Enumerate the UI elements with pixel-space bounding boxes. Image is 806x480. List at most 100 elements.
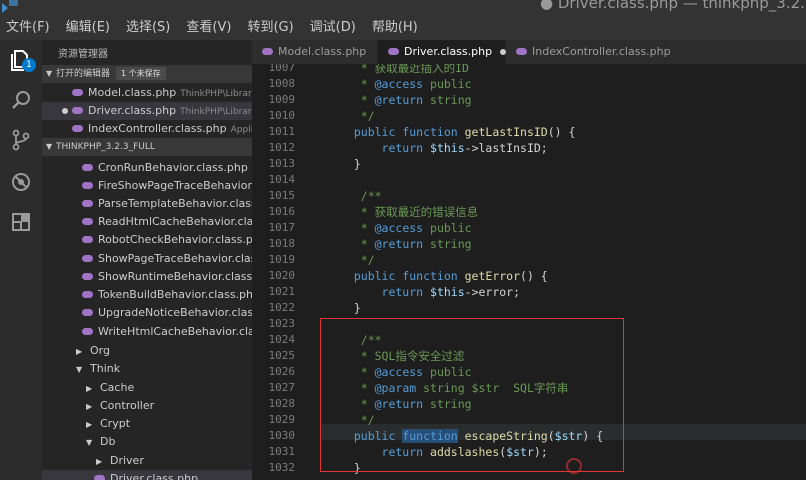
open-editors-label: 打开的编辑器 [56,69,111,79]
file-item[interactable]: TokenBuildBehavior.class.php [42,286,252,304]
code-line: * @return string [340,237,472,251]
folder-item[interactable]: ▼ Db [42,433,252,451]
folder-name: Cache [100,381,135,394]
code-line: * @access public [340,221,472,235]
chevron-right-icon: ▶ [86,420,93,429]
line-number: 1031 [268,445,296,458]
vscode-logo-icon [2,0,18,13]
php-file-icon [82,308,93,316]
open-editor-item[interactable]: Model.class.phpThinkPHP\Library... [42,84,252,102]
folder-name: Think [90,362,121,375]
search-icon[interactable] [9,88,33,112]
code-line: */ [340,109,375,123]
open-editor-path: ThinkPHP\Library... [180,107,252,117]
code-line: public function getError() { [340,269,548,283]
folder-name: Db [100,435,116,448]
file-name: ShowPageTraceBehavior.class.... [98,252,252,265]
open-editor-item[interactable]: IndexController.class.phpApplica... [42,120,252,138]
file-name: ShowRuntimeBehavior.class.p... [98,270,252,283]
php-file-icon [82,235,93,243]
folder-item[interactable]: ▶ Org [42,342,252,360]
file-item-selected[interactable]: Driver.class.php [42,470,252,480]
file-item[interactable]: RobotCheckBehavior.class.php [42,231,252,249]
file-item[interactable]: WriteHtmlCacheBehavior.class.... [42,323,252,341]
line-number: 1030 [268,429,296,442]
line-number: 1011 [268,125,296,138]
debug-icon[interactable] [9,170,33,194]
chevron-down-icon: ▼ [46,69,53,78]
php-file-icon [262,47,273,55]
code-line: * 获取最近的错误信息 [340,205,479,219]
tab-label: Model.class.php [278,45,367,58]
project-header[interactable]: ▼ THINKPHP_3.2.3_FULL [42,138,252,156]
code-line: */ [340,253,375,267]
menu-edit[interactable]: 编辑(E) [60,17,110,39]
folder-item[interactable]: ▶ Crypt [42,415,252,433]
file-name: ParseTemplateBehavior.class.p... [98,197,252,210]
line-number: 1032 [268,461,296,474]
file-item[interactable]: CronRunBehavior.class.php [42,159,252,177]
chevron-down-icon: ▼ [46,142,53,151]
folder-item[interactable]: ▼ Think [42,360,252,378]
file-item[interactable]: ReadHtmlCacheBehavior.class.... [42,213,252,231]
line-number: 1016 [268,205,296,218]
line-number: 1012 [268,141,296,154]
line-number: 1027 [268,381,296,394]
code-line: * @return string [340,93,472,107]
open-editor-name: Model.class.php [88,86,177,99]
editor-tabs: Model.class.php Driver.class.php IndexCo… [252,40,806,64]
folder-name: Controller [100,399,155,412]
tab-model[interactable]: Model.class.php [252,40,378,64]
line-number: 1029 [268,413,296,426]
php-file-icon [72,88,83,96]
unsaved-dot-icon[interactable] [62,108,68,114]
menu-help[interactable]: 帮助(H) [366,17,418,39]
chevron-right-icon: ▶ [86,402,93,411]
file-item[interactable]: UpgradeNoticeBehavior.class.... [42,304,252,322]
php-file-icon [82,327,93,335]
menu-view[interactable]: 查看(V) [180,17,231,39]
line-number: 1020 [268,269,296,282]
code-line: } [340,157,361,171]
open-editors-header[interactable]: ▼ 打开的编辑器 1 个未保存 [42,65,252,83]
sidebar-title: 资源管理器 [58,49,108,60]
tab-driver[interactable]: Driver.class.php [378,40,507,64]
tab-index-controller[interactable]: IndexController.class.php [506,40,671,64]
explorer-sidebar: 资源管理器 ▼ 打开的编辑器 1 个未保存 Model.class.php Think… [42,40,252,480]
menu-debug[interactable]: 调试(D) [304,17,356,39]
file-item[interactable]: ShowPageTraceBehavior.class.... [42,250,252,268]
unsaved-badge: 1 个未保存 [116,67,166,80]
menu-go[interactable]: 转到(G) [241,17,293,39]
line-number: 1017 [268,221,296,234]
line-number: 1009 [268,93,296,106]
tab-label: IndexController.class.php [532,45,671,58]
chevron-right-icon: ▶ [96,457,103,466]
file-item[interactable]: ShowRuntimeBehavior.class.p... [42,268,252,286]
php-file-icon [72,124,83,132]
line-number: 1025 [268,349,296,362]
open-editor-item-active[interactable]: Driver.class.phpThinkPHP\Library... [42,102,252,120]
source-control-icon[interactable] [9,128,33,152]
open-editor-path: ThinkPHP\Library... [180,89,252,99]
file-item[interactable]: ParseTemplateBehavior.class.p... [42,195,252,213]
folder-item[interactable]: ▶ Controller [42,397,252,415]
php-file-icon [82,181,93,189]
menu-selection[interactable]: 选择(S) [120,17,170,39]
menu-file[interactable]: 文件(F) [0,17,50,39]
code-line: /** [340,189,382,203]
open-editor-path: Applica... [230,125,252,135]
line-number: 1010 [268,109,296,122]
line-number: 1019 [268,253,296,266]
chevron-right-icon: ▶ [86,384,93,393]
extensions-icon[interactable] [9,210,33,234]
folder-item[interactable]: ▶ Cache [42,379,252,397]
line-number: 1015 [268,189,296,202]
file-name: RobotCheckBehavior.class.php [98,233,252,246]
folder-item[interactable]: ▶ Driver [42,452,252,470]
file-name: CronRunBehavior.class.php [98,161,248,174]
code-line: } [340,301,361,315]
php-file-icon [72,106,83,114]
file-item[interactable]: FireShowPageTraceBehavior.c... [42,177,252,195]
open-editor-name: Driver.class.php [88,104,177,117]
menu-bar: 文件(F) 编辑(E) 选择(S) 查看(V) 转到(G) 调试(D) 帮助(H… [0,17,428,39]
